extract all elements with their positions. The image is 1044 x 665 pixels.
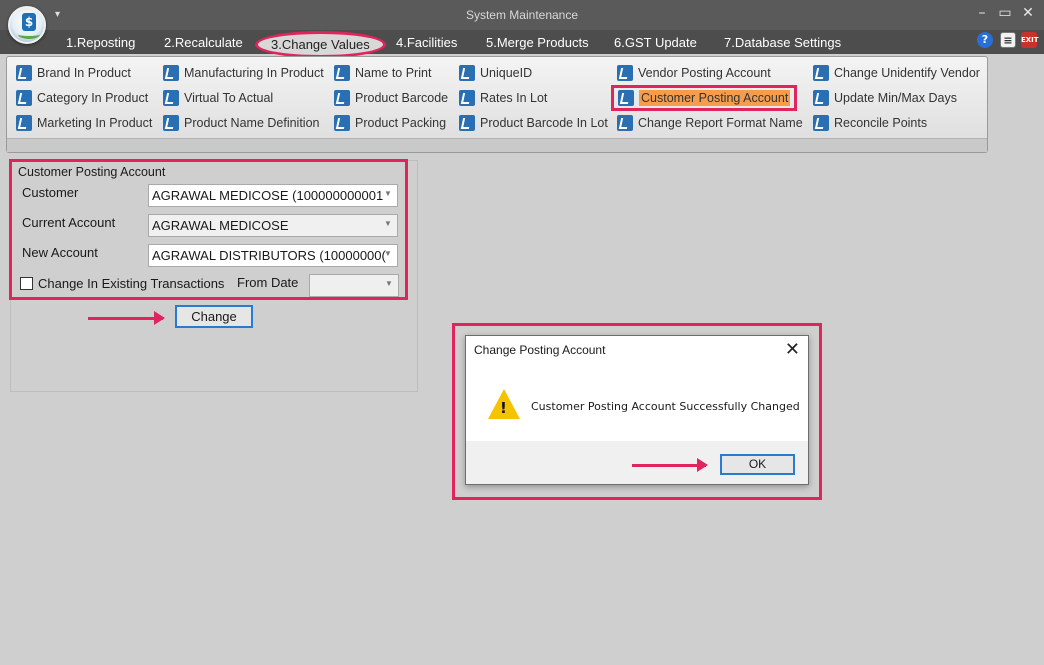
ribbon-footer	[7, 138, 987, 152]
menu-database-settings[interactable]: 7.Database Settings	[724, 35, 841, 50]
ribbon-item-icon	[334, 115, 350, 131]
ribbon-item-icon	[163, 115, 179, 131]
new-account-value: AGRAWAL DISTRIBUTORS (10000000(	[152, 248, 386, 263]
ribbon-item-icon	[459, 115, 475, 131]
menu-gst-update[interactable]: 6.GST Update	[614, 35, 697, 50]
change-existing-checkbox[interactable]	[20, 277, 33, 290]
ribbon-item-icon	[163, 90, 179, 106]
maximize-button[interactable]: ▭	[993, 5, 1017, 21]
app-logo-icon[interactable]: $	[8, 6, 46, 44]
ribbon-vendor-posting-account[interactable]: Vendor Posting Account	[617, 63, 771, 83]
ribbon-item-icon	[16, 115, 32, 131]
ribbon-item-icon	[459, 65, 475, 81]
dropdown-arrow-icon[interactable]: ▼	[381, 189, 395, 198]
ribbon-reconcile-points[interactable]: Reconcile Points	[813, 113, 927, 133]
ok-button[interactable]: OK	[720, 454, 795, 475]
minimize-button[interactable]: –	[970, 5, 994, 21]
from-date-combo[interactable]: ▼	[309, 274, 399, 297]
ribbon-item-icon	[334, 90, 350, 106]
change-existing-label: Change In Existing Transactions	[38, 276, 225, 291]
ribbon-rates-in-lot[interactable]: Rates In Lot	[459, 88, 547, 108]
close-window-button[interactable]: ✕	[1016, 5, 1040, 21]
ribbon-item-icon	[617, 65, 633, 81]
ribbon-item-icon	[459, 90, 475, 106]
dropdown-arrow-icon[interactable]: ▼	[381, 219, 395, 228]
panel-legend: Customer Posting Account	[18, 165, 166, 179]
ribbon-item-icon	[813, 90, 829, 106]
change-button[interactable]: Change	[175, 305, 253, 328]
dialog-message: Customer Posting Account Successfully Ch…	[531, 400, 800, 413]
ribbon-brand-in-product[interactable]: Brand In Product	[16, 63, 131, 83]
ribbon-manufacturing-in-product[interactable]: Manufacturing In Product	[163, 63, 324, 83]
ribbon-category-in-product[interactable]: Category In Product	[16, 88, 148, 108]
new-account-combo[interactable]: AGRAWAL DISTRIBUTORS (10000000(▼	[148, 244, 398, 267]
window-title: System Maintenance	[465, 8, 579, 22]
current-account-value: AGRAWAL MEDICOSE	[152, 218, 289, 233]
exit-icon[interactable]: EXIT	[1021, 32, 1039, 48]
help-icon[interactable]: ?	[977, 32, 993, 48]
menu-bar: 1.Reposting 2.Recalculate 3.Change Value…	[0, 30, 1044, 58]
ribbon-product-barcode[interactable]: Product Barcode	[334, 88, 448, 108]
ribbon-item-icon	[334, 65, 350, 81]
menu-reposting[interactable]: 1.Reposting	[66, 35, 135, 50]
current-account-label: Current Account	[22, 215, 116, 230]
from-date-label: From Date	[237, 275, 299, 290]
customer-value: AGRAWAL MEDICOSE (100000000001	[152, 188, 384, 203]
ribbon-marketing-in-product[interactable]: Marketing In Product	[16, 113, 152, 133]
annotation-arrow-ok	[632, 458, 708, 472]
quick-access-arrow-icon[interactable]: ▾	[55, 9, 60, 20]
page-icon[interactable]: ≡	[1000, 32, 1016, 48]
ribbon-item-icon	[617, 115, 633, 131]
customer-label: Customer	[22, 185, 79, 200]
ribbon-name-to-print[interactable]: Name to Print	[334, 63, 431, 83]
ribbon-change-report-format-name[interactable]: Change Report Format Name	[617, 113, 803, 133]
current-account-combo[interactable]: AGRAWAL MEDICOSE ▼	[148, 214, 398, 237]
menu-facilities[interactable]: 4.Facilities	[396, 35, 457, 50]
customer-combo[interactable]: AGRAWAL MEDICOSE (100000000001 ▼	[148, 184, 398, 207]
ribbon-virtual-to-actual[interactable]: Virtual To Actual	[163, 88, 273, 108]
ribbon-item-icon	[813, 65, 829, 81]
annotation-arrow-change	[88, 311, 165, 325]
warning-mark: !	[500, 399, 507, 417]
ribbon-item-icon	[618, 90, 634, 106]
menu-merge-products[interactable]: 5.Merge Products	[486, 35, 589, 50]
ribbon-product-packing[interactable]: Product Packing	[334, 113, 446, 133]
ribbon-customer-posting-account[interactable]: Customer Posting Account	[611, 85, 798, 111]
ribbon-item-icon	[163, 65, 179, 81]
ribbon-item-icon	[16, 65, 32, 81]
ribbon-item-icon	[16, 90, 32, 106]
menu-change-values[interactable]: 3.Change Values	[255, 31, 386, 58]
ribbon-item-icon	[813, 115, 829, 131]
dropdown-arrow-icon[interactable]: ▼	[382, 279, 396, 288]
ribbon-update-min-max-days[interactable]: Update Min/Max Days	[813, 88, 957, 108]
ribbon-uniqueid[interactable]: UniqueID	[459, 63, 532, 83]
dialog-title: Change Posting Account	[474, 343, 606, 357]
menu-recalculate[interactable]: 2.Recalculate	[164, 35, 243, 50]
close-icon[interactable]: ✕	[785, 339, 800, 360]
dropdown-arrow-icon[interactable]: ▼	[381, 249, 395, 258]
ribbon-change-unidentify-vendor[interactable]: Change Unidentify Vendor	[813, 63, 980, 83]
ribbon-product-barcode-in-lot[interactable]: Product Barcode In Lot	[459, 113, 608, 133]
new-account-label: New Account	[22, 245, 98, 260]
title-bar: System Maintenance ▾ – ▭ ✕	[0, 0, 1044, 30]
ribbon-product-name-definition[interactable]: Product Name Definition	[163, 113, 319, 133]
